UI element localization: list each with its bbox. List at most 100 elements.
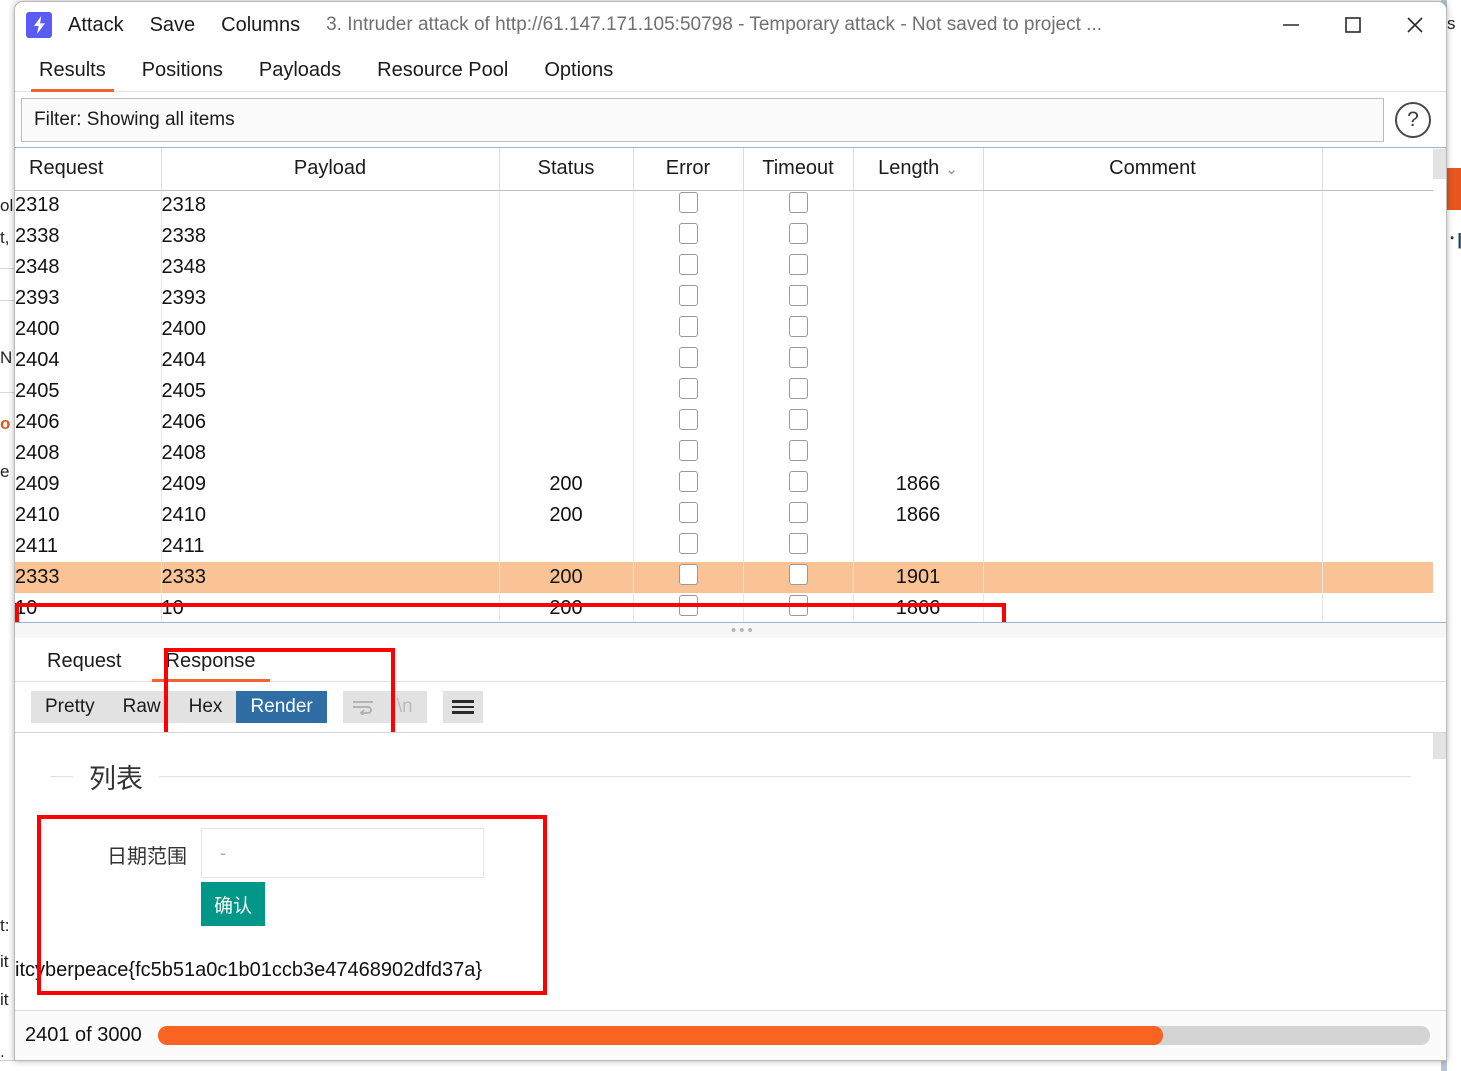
- cell-error: [633, 469, 744, 500]
- timeout-checkbox[interactable]: [788, 502, 808, 523]
- timeout-checkbox[interactable]: [788, 254, 808, 275]
- confirm-button[interactable]: 确认: [201, 882, 265, 926]
- tab-results[interactable]: Results: [21, 59, 124, 92]
- timeout-checkbox[interactable]: [788, 192, 808, 214]
- results-table-scrollbar[interactable]: [1433, 149, 1446, 622]
- error-checkbox[interactable]: [678, 347, 698, 368]
- column-header-status[interactable]: Status: [499, 148, 634, 191]
- timeout-checkbox[interactable]: [788, 533, 808, 554]
- menu-save[interactable]: Save: [150, 14, 196, 37]
- error-checkbox[interactable]: [678, 285, 698, 306]
- view-raw-button[interactable]: Raw: [108, 691, 175, 723]
- tab-options[interactable]: Options: [526, 59, 631, 91]
- timeout-checkbox[interactable]: [788, 347, 808, 368]
- menu-attack[interactable]: Attack: [68, 14, 124, 37]
- cell-request: 2404: [15, 345, 162, 376]
- scrollbar-thumb[interactable]: [1433, 733, 1446, 759]
- tab-resource-pool[interactable]: Resource Pool: [359, 59, 526, 91]
- table-row[interactable]: 2409 2409 200 1866: [15, 469, 1446, 500]
- table-row[interactable]: 2338 2338: [15, 221, 1446, 252]
- column-header-length[interactable]: Length ⌄: [853, 148, 984, 191]
- table-row[interactable]: 2405 2405: [15, 376, 1446, 407]
- cell-request: 2409: [15, 469, 162, 500]
- column-header-blank[interactable]: [1322, 148, 1446, 191]
- close-button[interactable]: [1384, 2, 1446, 48]
- timeout-checkbox[interactable]: [788, 440, 808, 461]
- error-checkbox[interactable]: [678, 223, 698, 244]
- column-header-length-label: Length: [878, 157, 940, 180]
- cell-length: 1901: [853, 562, 984, 593]
- timeout-checkbox[interactable]: [788, 564, 808, 585]
- error-checkbox[interactable]: [678, 595, 698, 616]
- show-newlines-button[interactable]: \n: [382, 691, 427, 723]
- table-row[interactable]: 2406 2406: [15, 407, 1446, 438]
- tab-positions[interactable]: Positions: [124, 59, 241, 91]
- cell-blank: [1322, 438, 1446, 469]
- date-range-input[interactable]: -: [201, 828, 484, 878]
- timeout-checkbox[interactable]: [788, 316, 808, 337]
- rendered-page-content: 列表 日期范围 - 确认 itcyberpeace{fc5b51a0c1b01c…: [15, 733, 1446, 981]
- error-checkbox[interactable]: [678, 192, 698, 214]
- cell-blank: [1322, 190, 1446, 221]
- table-row[interactable]: 2318 2318: [15, 190, 1446, 221]
- timeout-checkbox[interactable]: [788, 595, 808, 616]
- timeout-checkbox[interactable]: [788, 471, 808, 492]
- filter-field[interactable]: Filter: Showing all items: [21, 97, 1384, 142]
- main-tab-bar: Results Positions Payloads Resource Pool…: [15, 48, 1446, 92]
- timeout-checkbox[interactable]: [788, 378, 808, 399]
- table-row[interactable]: 2408 2408: [15, 438, 1446, 469]
- error-checkbox[interactable]: [678, 564, 698, 585]
- view-pretty-button[interactable]: Pretty: [31, 691, 109, 723]
- cell-comment: [983, 221, 1323, 252]
- cell-length: [853, 345, 984, 376]
- tab-response[interactable]: Response: [144, 650, 278, 682]
- table-row[interactable]: 2333 2333 200 1901: [15, 562, 1446, 593]
- timeout-checkbox[interactable]: [788, 223, 808, 244]
- error-checkbox[interactable]: [678, 440, 698, 461]
- minimize-button[interactable]: [1260, 2, 1322, 48]
- timeout-checkbox[interactable]: [788, 409, 808, 430]
- column-header-comment[interactable]: Comment: [983, 148, 1323, 191]
- scrollbar-thumb[interactable]: [1433, 149, 1446, 179]
- error-checkbox[interactable]: [678, 316, 698, 337]
- column-header-timeout[interactable]: Timeout: [743, 148, 854, 191]
- render-pane-scrollbar[interactable]: [1433, 733, 1446, 1028]
- cell-timeout: [743, 438, 854, 469]
- help-icon[interactable]: ?: [1390, 97, 1436, 143]
- timeout-checkbox[interactable]: [788, 285, 808, 306]
- cell-comment: [983, 407, 1323, 438]
- cell-blank: [1322, 562, 1446, 593]
- table-row[interactable]: 2410 2410 200 1866: [15, 500, 1446, 531]
- error-checkbox[interactable]: [678, 502, 698, 523]
- cell-error: [633, 500, 744, 531]
- error-checkbox[interactable]: [678, 254, 698, 275]
- error-checkbox[interactable]: [678, 471, 698, 492]
- word-wrap-icon[interactable]: [342, 691, 383, 723]
- view-hex-button[interactable]: Hex: [174, 691, 237, 723]
- cell-payload: 2333: [161, 562, 500, 593]
- cell-error: [633, 407, 744, 438]
- view-render-button[interactable]: Render: [236, 691, 327, 723]
- column-header-payload[interactable]: Payload: [161, 148, 500, 191]
- menu-hamburger-icon[interactable]: [442, 691, 483, 723]
- table-row[interactable]: 2348 2348: [15, 252, 1446, 283]
- panel-splitter[interactable]: •••: [15, 622, 1446, 638]
- table-row[interactable]: 2393 2393: [15, 283, 1446, 314]
- table-row[interactable]: 2404 2404: [15, 345, 1446, 376]
- column-header-request[interactable]: Request: [15, 148, 162, 191]
- error-checkbox[interactable]: [678, 378, 698, 399]
- table-row[interactable]: 2411 2411: [15, 531, 1446, 562]
- cell-payload: 2393: [161, 283, 500, 314]
- cell-payload: 2348: [161, 252, 500, 283]
- menu-columns[interactable]: Columns: [221, 14, 300, 37]
- tab-request[interactable]: Request: [25, 650, 144, 681]
- cell-comment: [983, 376, 1323, 407]
- error-checkbox[interactable]: [678, 409, 698, 430]
- table-row[interactable]: 2400 2400: [15, 314, 1446, 345]
- cell-request: 2406: [15, 407, 162, 438]
- tab-payloads[interactable]: Payloads: [241, 59, 359, 91]
- table-row[interactable]: 10 10 200 1866: [15, 593, 1446, 622]
- error-checkbox[interactable]: [678, 533, 698, 554]
- maximize-button[interactable]: [1322, 2, 1384, 48]
- column-header-error[interactable]: Error: [633, 148, 744, 191]
